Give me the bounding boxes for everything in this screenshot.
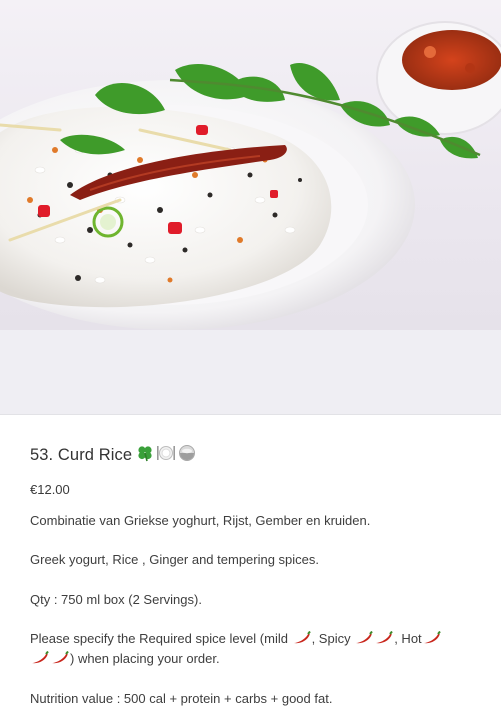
chili-icon	[354, 630, 374, 645]
spice-text-part2: , Spicy	[311, 631, 355, 646]
clover-icon	[136, 444, 154, 467]
description-english: Greek yogurt, Rice , Ginger and temperin…	[30, 552, 320, 567]
quantity-info: Qty : 750 ml box (2 Servings).	[30, 592, 202, 607]
nutrition-info: Nutrition value : 500 cal + protein + ca…	[30, 691, 333, 706]
product-photo[interactable]	[0, 0, 501, 330]
product-details: 53. Curd Rice €12.00 Combinatie van Grie…	[30, 442, 480, 706]
chili-icon	[30, 650, 50, 665]
image-padding	[0, 330, 501, 415]
chili-icon	[422, 630, 442, 645]
plate-cutlery-icon	[156, 444, 176, 467]
product-card: 53. Curd Rice €12.00 Combinatie van Grie…	[0, 0, 501, 715]
description-dutch: Combinatie van Griekse yoghurt, Rijst, G…	[30, 513, 371, 528]
chili-icon	[50, 650, 70, 665]
spice-text-part3: , Hot	[394, 631, 422, 646]
chili-icon	[374, 630, 394, 645]
title-row: 53. Curd Rice	[30, 442, 480, 468]
chili-icon	[292, 630, 312, 645]
title-icons	[136, 444, 198, 467]
product-price: €12.00	[30, 482, 70, 497]
spice-text-part4: ) when placing your order.	[70, 651, 220, 666]
bowl-icon	[178, 444, 196, 467]
curd-rice-image	[0, 21, 501, 330]
spice-level-note: Please specify the Required spice level …	[30, 629, 475, 669]
spice-text-part1: Please specify the Required spice level …	[30, 631, 292, 646]
divider	[0, 414, 501, 415]
product-title: 53. Curd Rice	[30, 445, 133, 464]
